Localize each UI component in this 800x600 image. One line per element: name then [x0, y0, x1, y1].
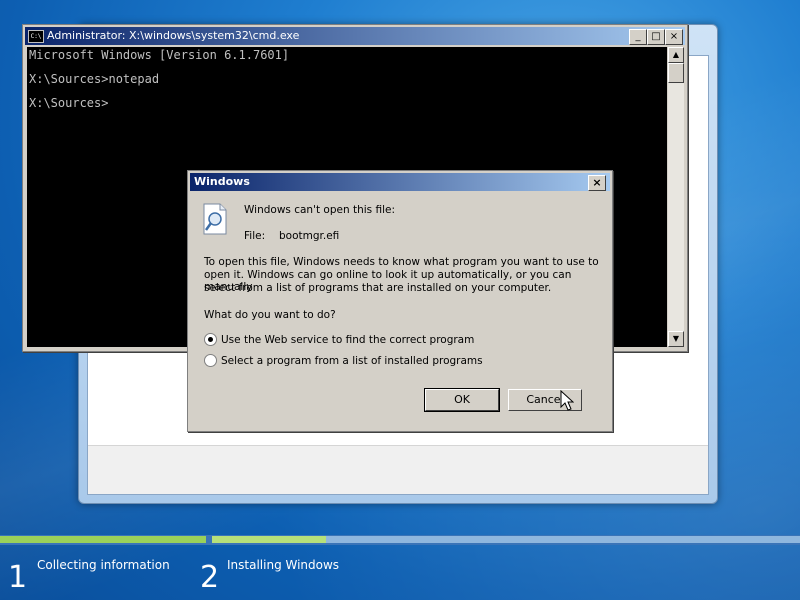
radio-select-program[interactable]: [204, 354, 217, 367]
dialog-heading: Windows can't open this file:: [244, 204, 395, 216]
mouse-pointer-icon: [560, 390, 574, 411]
radio-web-service[interactable]: [204, 333, 217, 346]
open-with-dialog: Windows × Windows can't open this file: …: [187, 170, 613, 432]
file-label: File:: [244, 230, 266, 242]
maximize-icon[interactable]: □: [647, 29, 665, 45]
scrollbar-thumb[interactable]: [668, 63, 684, 83]
step-label: Collecting information: [37, 558, 170, 572]
cmd-title-bar[interactable]: C:\ Administrator: X:\windows\system32\c…: [25, 27, 685, 45]
minimize-icon[interactable]: _: [629, 29, 647, 45]
step-number: 2: [200, 560, 220, 595]
scroll-down-arrow-icon[interactable]: ▼: [668, 331, 684, 347]
file-name: bootmgr.efi: [279, 230, 340, 242]
cmd-app-icon: C:\: [28, 30, 44, 43]
option-select-program-label[interactable]: Select a program from a list of installe…: [221, 355, 483, 367]
cmd-window-title: Administrator: X:\windows\system32\cmd.e…: [47, 29, 300, 42]
console-line: Microsoft Windows [Version 6.1.7601]: [29, 48, 290, 62]
dialog-title-bar[interactable]: Windows ×: [190, 173, 610, 191]
radio-selected-dot: [208, 337, 213, 342]
progress-segment-installing: [212, 536, 326, 543]
unknown-file-icon: [203, 203, 227, 235]
dialog-description-line: select from a list of programs that are …: [204, 282, 552, 294]
console-line: X:\Sources>notepad: [29, 72, 160, 86]
dialog-title: Windows: [194, 175, 250, 188]
step-number: 1: [8, 560, 28, 595]
progress-segment-collecting: [0, 536, 206, 543]
setup-footer: [88, 445, 708, 494]
scroll-up-arrow-icon[interactable]: ▲: [668, 47, 684, 63]
close-icon[interactable]: ×: [665, 29, 683, 45]
dialog-question: What do you want to do?: [204, 309, 336, 321]
dialog-close-icon[interactable]: ×: [588, 175, 606, 191]
ok-button[interactable]: OK: [424, 388, 500, 412]
dialog-description-line: To open this file, Windows needs to know…: [204, 256, 599, 268]
console-line: X:\Sources>: [29, 96, 109, 110]
setup-progress-bar: [0, 535, 800, 545]
step-label: Installing Windows: [227, 558, 340, 572]
cmd-scrollbar[interactable]: ▲ ▼: [668, 47, 684, 347]
progress-segment-remaining: [326, 536, 800, 543]
option-web-service-label[interactable]: Use the Web service to find the correct …: [221, 334, 474, 346]
